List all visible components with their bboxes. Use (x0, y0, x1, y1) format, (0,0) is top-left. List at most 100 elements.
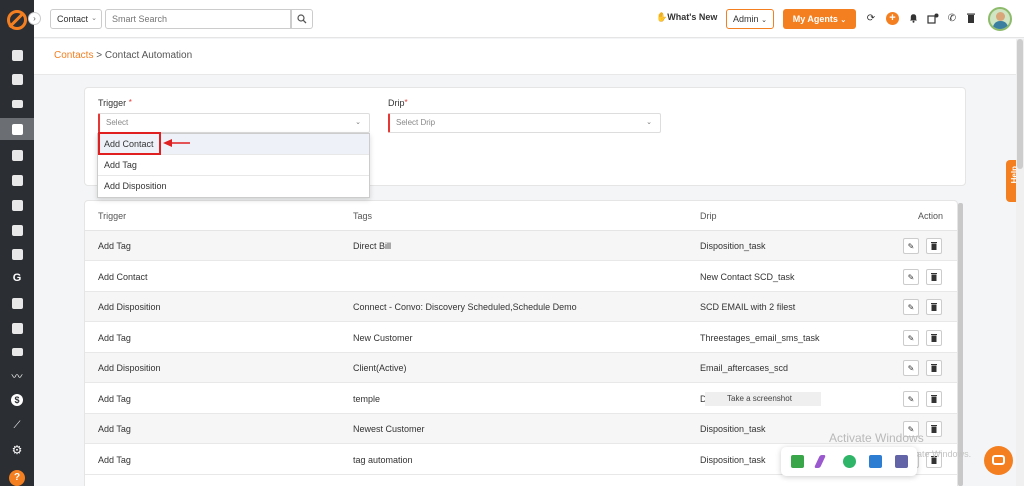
sidebar-toggle-chevron-icon[interactable]: › (28, 12, 41, 25)
dropdown-option-add-disposition[interactable]: Add Disposition (98, 176, 369, 197)
delete-button[interactable] (926, 330, 942, 346)
sidebar-item-reports[interactable] (0, 219, 34, 241)
dropdown-option-add-tag[interactable]: Add Tag (98, 155, 369, 176)
sidebar-item-analytics[interactable]: ⟋ (0, 414, 34, 436)
bell-icon[interactable] (907, 12, 919, 24)
chat-button[interactable] (984, 446, 1013, 475)
sidebar-item-billing[interactable]: $ (0, 389, 34, 411)
breadcrumb: Contacts > Contact Automation (54, 50, 192, 61)
trash-icon (931, 303, 937, 311)
folder-icon (11, 248, 23, 260)
table-header: Trigger Tags Drip Action (85, 201, 957, 231)
sidebar-item-google[interactable]: G (0, 267, 34, 289)
add-icon[interactable]: + (886, 12, 899, 25)
edit-button[interactable]: ✎ (903, 360, 919, 376)
sidebar-item-filter[interactable] (0, 144, 34, 166)
table-row: Add Tag Direct Bill Disposition_task ✎ (85, 231, 957, 261)
whats-new-link[interactable]: ✋What's New (656, 12, 717, 23)
sidebar-item-signature[interactable]: 〰 (0, 365, 34, 387)
calendar-icon (11, 322, 23, 334)
security-shield-icon[interactable] (869, 455, 882, 468)
sidebar-item-sheets[interactable] (0, 292, 34, 314)
cell-tags: New Customer (353, 333, 413, 343)
trash-icon[interactable] (965, 12, 977, 24)
trigger-select[interactable]: Select ⌄ (98, 113, 370, 133)
search-button[interactable] (291, 9, 313, 29)
trash-icon (931, 364, 937, 372)
cell-trigger: Add Contact (98, 272, 148, 282)
trash-icon (931, 395, 937, 403)
cell-drip: Disposition_task (700, 424, 766, 434)
drip-select[interactable]: Select Drip ⌄ (388, 113, 661, 133)
cell-tags: Client(Active) (353, 363, 407, 373)
sidebar-item-mail[interactable] (0, 341, 34, 363)
edit-button[interactable]: ✎ (903, 269, 919, 285)
dollar-icon: $ (11, 394, 23, 406)
chevron-down-icon: ⌄ (840, 17, 847, 24)
line-chart-icon: ⟋ (13, 419, 21, 431)
delete-button[interactable] (926, 269, 942, 285)
sidebar-item-campaign[interactable] (0, 169, 34, 191)
sidebar-item-calendar[interactable] (0, 317, 34, 339)
phone-icon[interactable]: ✆ (946, 12, 958, 24)
breadcrumb-contacts-link[interactable]: Contacts (54, 50, 93, 61)
page-scrollbar[interactable] (1016, 39, 1024, 486)
trigger-select-placeholder: Select (106, 118, 129, 127)
column-header-trigger: Trigger (98, 211, 127, 221)
trigger-label-text: Trigger (98, 98, 127, 108)
annotation-highlight-box (98, 132, 161, 155)
shield-check-icon[interactable] (791, 455, 804, 468)
delete-button[interactable] (926, 238, 942, 254)
refresh-icon[interactable]: ⟳ (865, 12, 877, 24)
activate-windows-title: Activate Windows (829, 431, 924, 445)
sidebar-item-documents[interactable] (0, 194, 34, 216)
admin-select[interactable]: Admin ⌄ (726, 9, 774, 29)
pencil-icon: ✎ (907, 302, 915, 312)
teams-icon[interactable] (895, 455, 908, 468)
brand-logo[interactable] (7, 10, 27, 30)
help-icon[interactable]: ? (9, 470, 25, 486)
drip-label: Drip* (388, 98, 408, 108)
system-tray-popup (781, 447, 917, 476)
sidebar-item-contacts[interactable] (0, 118, 34, 140)
module-select[interactable]: Contact ⌄ (50, 9, 102, 29)
sidebar-item-folders[interactable] (0, 243, 34, 265)
whats-new-label: What's New (667, 12, 718, 22)
filter-icon (11, 149, 23, 161)
megaphone-icon (11, 174, 23, 186)
chevron-down-icon: ⌄ (646, 119, 652, 126)
trash-icon (931, 425, 937, 433)
delete-button[interactable] (926, 360, 942, 376)
sidebar-item-settings[interactable]: ⚙ (0, 439, 34, 461)
edit-button[interactable]: ✎ (903, 330, 919, 346)
notification-box-icon[interactable] (927, 12, 939, 24)
bank-icon (11, 73, 23, 85)
smart-search-input[interactable] (105, 9, 291, 29)
edit-button[interactable]: ✎ (903, 391, 919, 407)
edit-button[interactable]: ✎ (903, 238, 919, 254)
column-header-action: Action (918, 211, 944, 221)
cell-drip: Email_aftercases_scd (700, 363, 789, 373)
column-header-tags: Tags (353, 211, 373, 221)
required-mark: * (128, 98, 132, 107)
table-row: Add Tag New Customer Threestages_email_s… (85, 323, 957, 353)
my-agents-label: My Agents (792, 14, 838, 24)
table-row: Add Tag Newest Customer Disposition_task… (85, 414, 957, 444)
recycle-icon[interactable] (843, 455, 856, 468)
delete-button[interactable] (926, 299, 942, 315)
my-agents-button[interactable]: My Agents ⌄ (783, 9, 856, 29)
trash-icon (931, 273, 937, 281)
breadcrumb-separator: > (96, 50, 103, 61)
delete-button[interactable] (926, 391, 942, 407)
cell-trigger: Add Disposition (98, 363, 161, 373)
delete-button[interactable] (926, 421, 942, 437)
sidebar-item-copy[interactable] (0, 44, 34, 66)
cell-tags: Direct Bill (353, 241, 392, 251)
table-scrollbar[interactable] (958, 203, 963, 486)
cell-tags: Connect - Convo: Discovery Scheduled,Sch… (353, 302, 577, 312)
sidebar-item-bank[interactable] (0, 68, 34, 90)
pen-icon[interactable] (813, 455, 827, 468)
sidebar-item-list[interactable] (0, 93, 34, 115)
edit-button[interactable]: ✎ (903, 299, 919, 315)
user-avatar[interactable] (988, 7, 1012, 31)
